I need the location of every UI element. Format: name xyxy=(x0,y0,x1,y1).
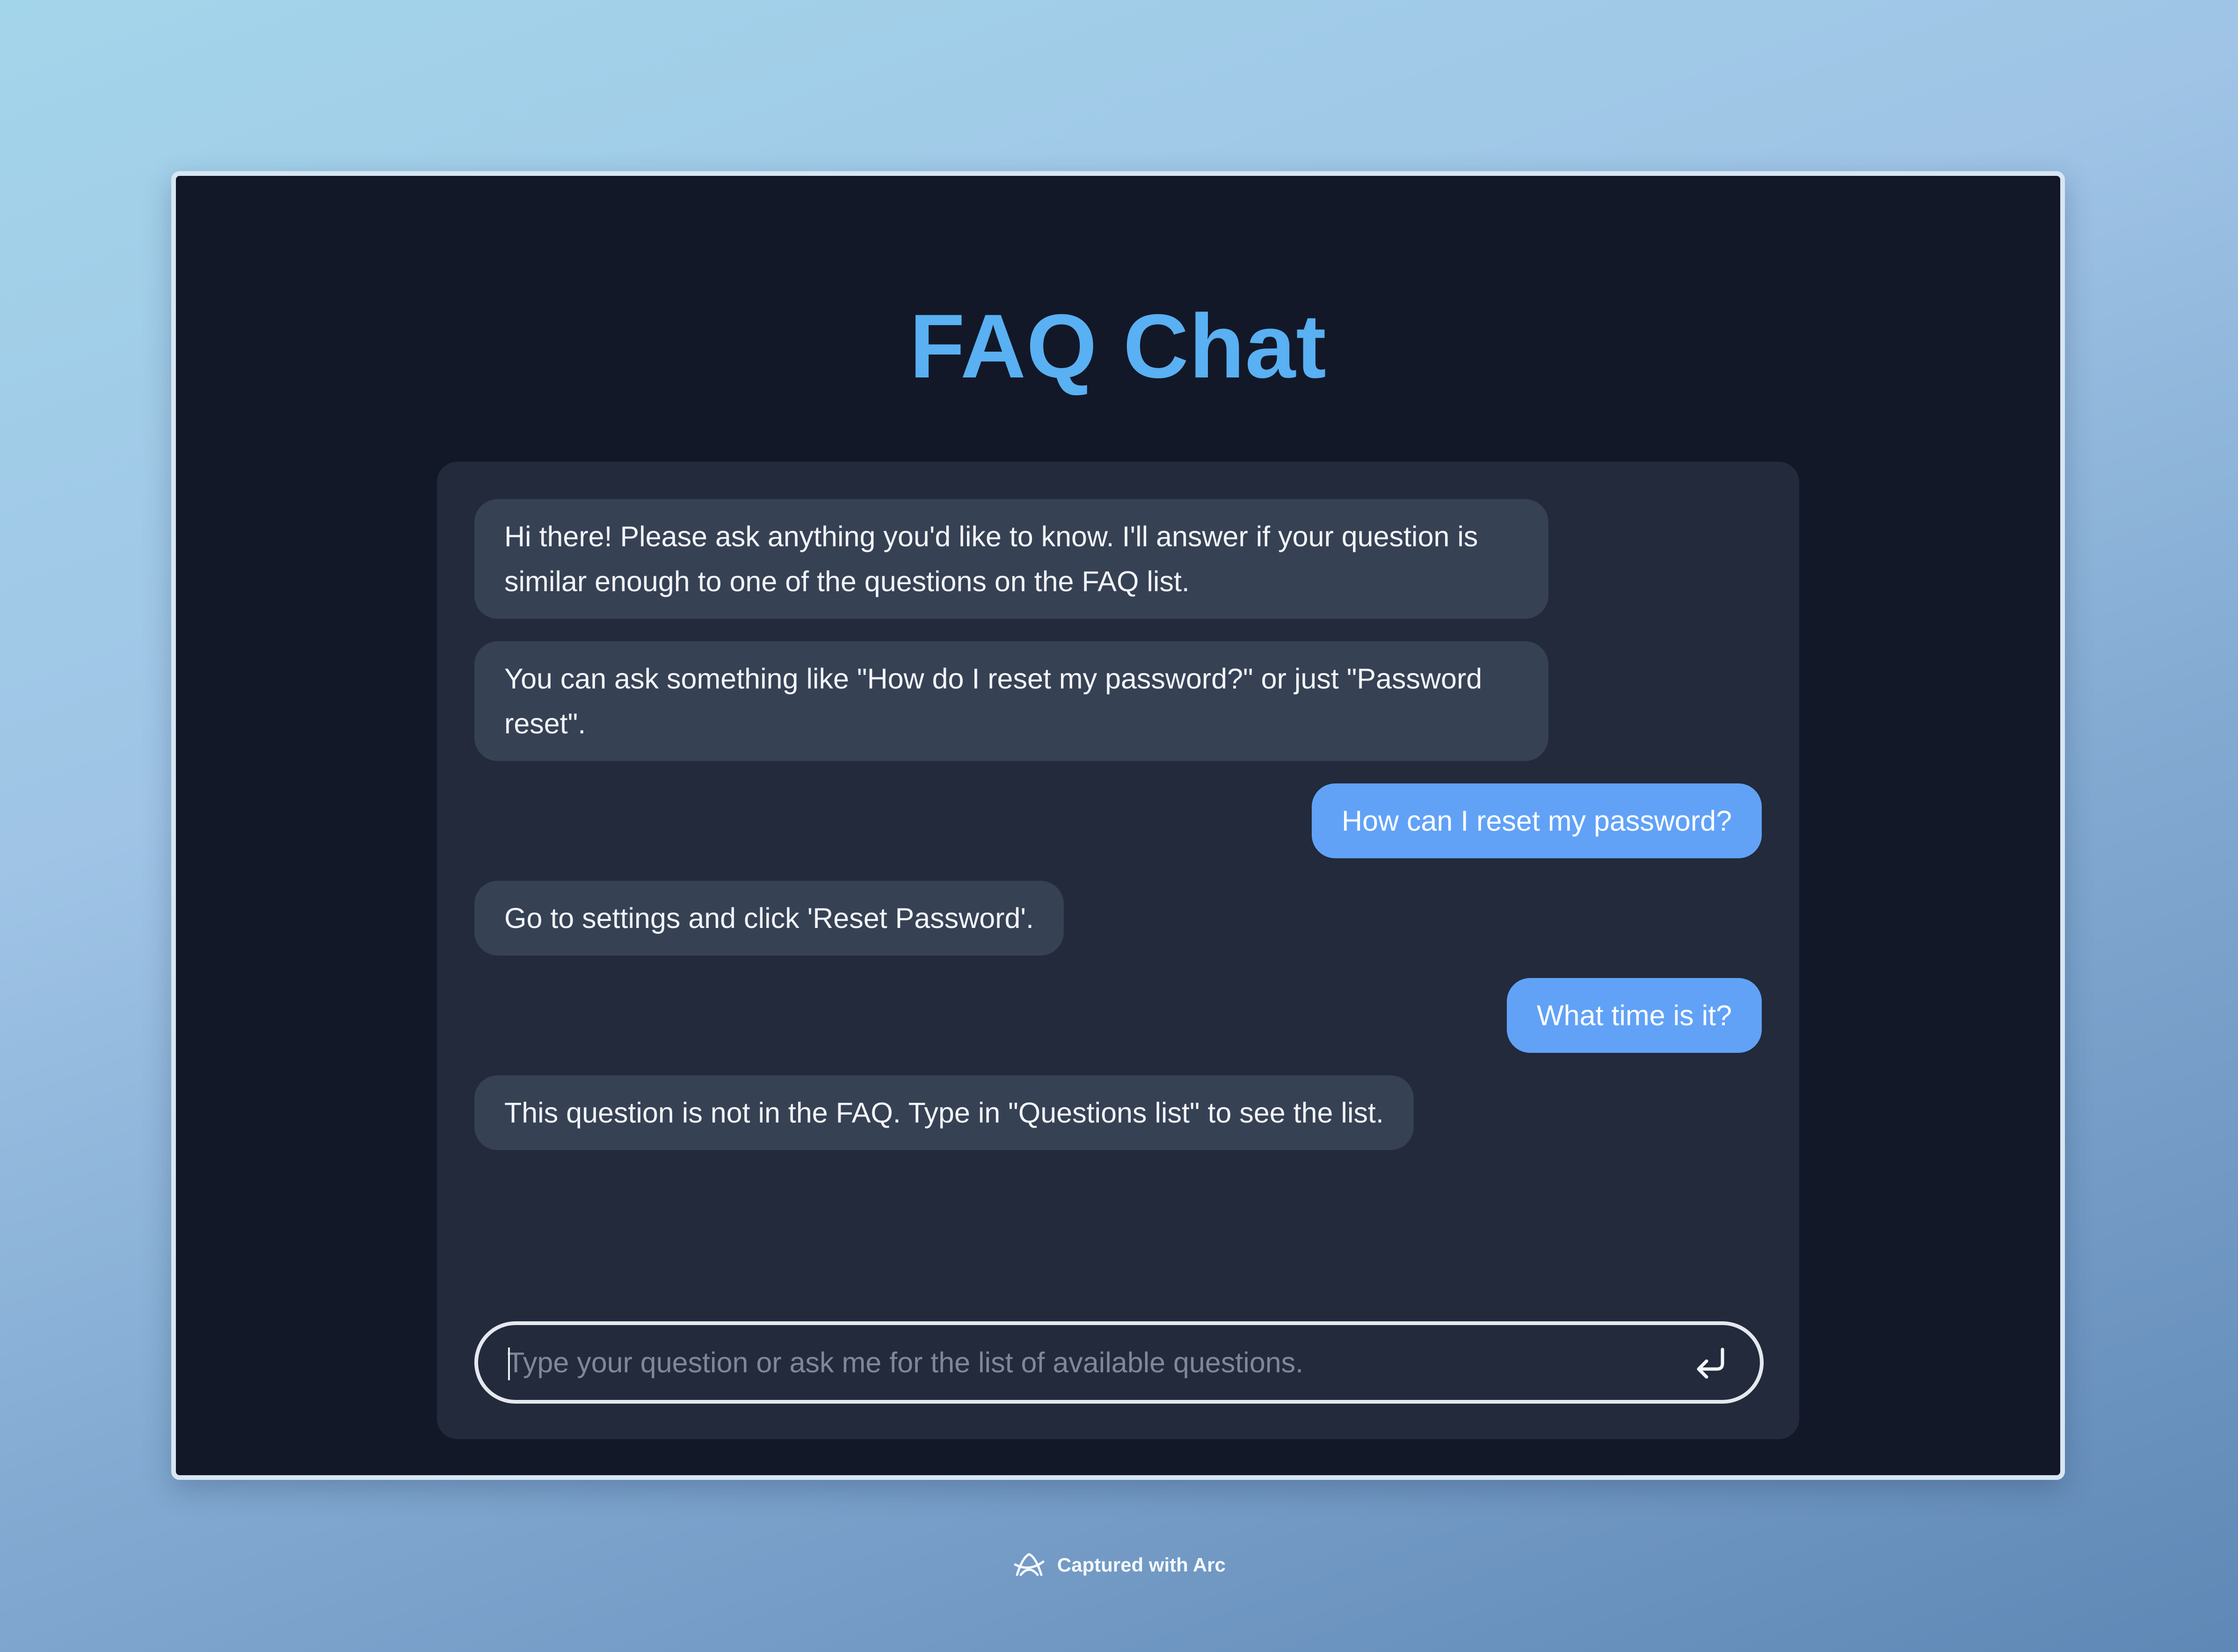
user-message: What time is it? xyxy=(1507,978,1762,1053)
question-input[interactable] xyxy=(507,1325,1630,1400)
footer-text: Captured with Arc xyxy=(1057,1553,1226,1576)
capture-footer: Captured with Arc xyxy=(0,1547,2238,1581)
user-message: How can I reset my password? xyxy=(1312,783,1762,858)
bot-message: Go to settings and click 'Reset Password… xyxy=(474,881,1064,956)
chat-panel: Hi there! Please ask anything you'd like… xyxy=(437,462,1799,1439)
arc-logo-icon xyxy=(1014,1553,1045,1576)
browser-window: FAQ Chat Hi there! Please ask anything y… xyxy=(171,171,2065,1480)
bot-message: You can ask something like "How do I res… xyxy=(474,641,1548,761)
app-page: FAQ Chat Hi there! Please ask anything y… xyxy=(180,180,2056,1471)
text-caret xyxy=(508,1348,510,1380)
bot-message: This question is not in the FAQ. Type in… xyxy=(474,1075,1414,1150)
page-title: FAQ Chat xyxy=(909,296,1327,397)
enter-return-icon[interactable] xyxy=(1689,1340,1734,1385)
bot-message: Hi there! Please ask anything you'd like… xyxy=(474,499,1548,619)
question-input-container xyxy=(474,1321,1764,1404)
